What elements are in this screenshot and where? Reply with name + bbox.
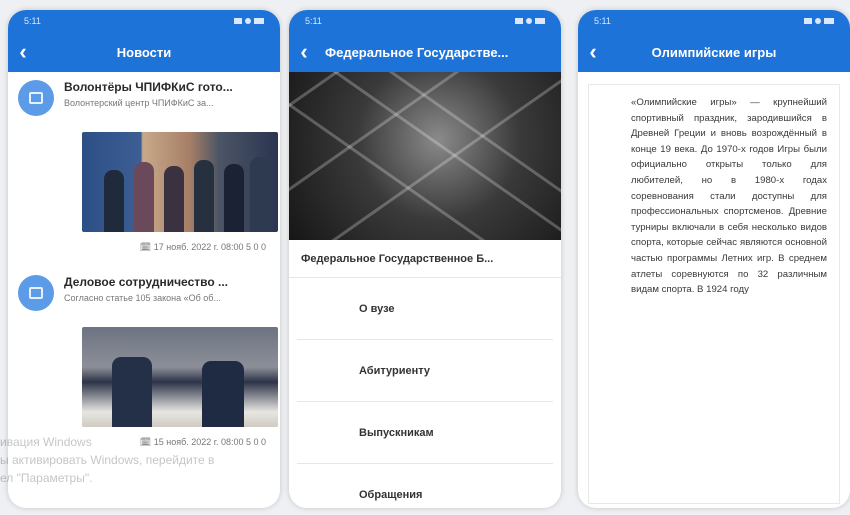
photo-figure (112, 357, 152, 427)
news-avatar (18, 80, 54, 116)
wifi-icon (245, 18, 251, 24)
news-item[interactable]: Деловое сотрудничество ... Согласно стат… (8, 253, 280, 448)
status-icons (515, 18, 545, 24)
photo-figure (104, 170, 124, 232)
status-bar: 5:11 (578, 10, 850, 32)
news-title: Волонтёры ЧПИФКиС гото... (64, 80, 233, 94)
battery-icon (535, 18, 545, 24)
university-screen: 5:11 ‹ Федеральное Государстве... Федера… (289, 10, 561, 508)
banner-streak (308, 72, 561, 239)
status-time: 5:11 (24, 16, 41, 26)
calendar-icon: 🗓 (139, 437, 152, 447)
article-card: «Олимпийские игры» — крупнейший спортивн… (588, 84, 840, 504)
back-button[interactable]: ‹ (8, 32, 38, 72)
back-button[interactable]: ‹ (578, 32, 608, 72)
photo-figure (194, 160, 214, 232)
signal-icon (515, 18, 523, 24)
menu-item-graduates[interactable]: Выпускникам (297, 402, 553, 464)
banner-image (289, 72, 561, 240)
news-screen: 5:11 ‹ Новости Волонтёры ЧПИФКиС гото...… (8, 10, 280, 508)
news-item[interactable]: Волонтёры ЧПИФКиС гото... Волонтерский ц… (8, 72, 280, 253)
news-subtitle: Волонтерский центр ЧПИФКиС за... (64, 98, 214, 108)
article-text: «Олимпийские игры» — крупнейший спортивн… (631, 97, 827, 296)
battery-icon (254, 18, 264, 24)
signal-icon (234, 18, 242, 24)
chevron-left-icon: ‹ (300, 39, 308, 64)
organization-name: Федеральное Государственное Б... (289, 240, 561, 278)
page-title: Олимпийские игры (651, 44, 777, 60)
status-icons (804, 18, 834, 24)
news-photo (82, 132, 278, 232)
battery-icon (824, 18, 834, 24)
newspaper-icon (29, 92, 43, 104)
status-time: 5:11 (594, 16, 611, 26)
menu-item-appeals[interactable]: Обращения (297, 464, 553, 508)
photo-figure (164, 166, 184, 232)
article-screen: 5:11 ‹ Олимпийские игры «Олимпийские игр… (578, 10, 850, 508)
status-time: 5:11 (305, 16, 322, 26)
signal-icon (804, 18, 812, 24)
news-meta: 🗓 15 нояб. 2022 г. 08:00 5 0 0 (139, 437, 266, 447)
page-title: Новости (116, 44, 172, 60)
page-title: Федеральное Государстве... (325, 44, 509, 60)
news-meta: 🗓 17 нояб. 2022 г. 08:00 5 0 0 (139, 242, 266, 252)
wifi-icon (526, 18, 532, 24)
chevron-left-icon: ‹ (19, 39, 27, 64)
news-subtitle: Согласно статье 105 закона «Об об... (64, 293, 221, 303)
news-title: Деловое сотрудничество ... (64, 275, 229, 289)
menu-item-about[interactable]: О вузе (297, 278, 553, 340)
menu-item-applicants[interactable]: Абитуриенту (297, 340, 553, 402)
photo-figure (202, 361, 244, 427)
photo-figure (224, 164, 244, 232)
status-bar: 5:11 (8, 10, 280, 32)
calendar-icon: 🗓 (139, 242, 152, 252)
app-bar: ‹ Олимпийские игры (578, 32, 850, 72)
wifi-icon (815, 18, 821, 24)
app-bar: ‹ Новости (8, 32, 280, 72)
photo-figure (250, 157, 270, 232)
news-photo (82, 327, 278, 427)
app-bar: ‹ Федеральное Государстве... (289, 32, 561, 72)
news-avatar (18, 275, 54, 311)
back-button[interactable]: ‹ (289, 32, 319, 72)
newspaper-icon (29, 287, 43, 299)
photo-figure (134, 162, 154, 232)
status-icons (234, 18, 264, 24)
status-bar: 5:11 (289, 10, 561, 32)
chevron-left-icon: ‹ (589, 39, 597, 64)
